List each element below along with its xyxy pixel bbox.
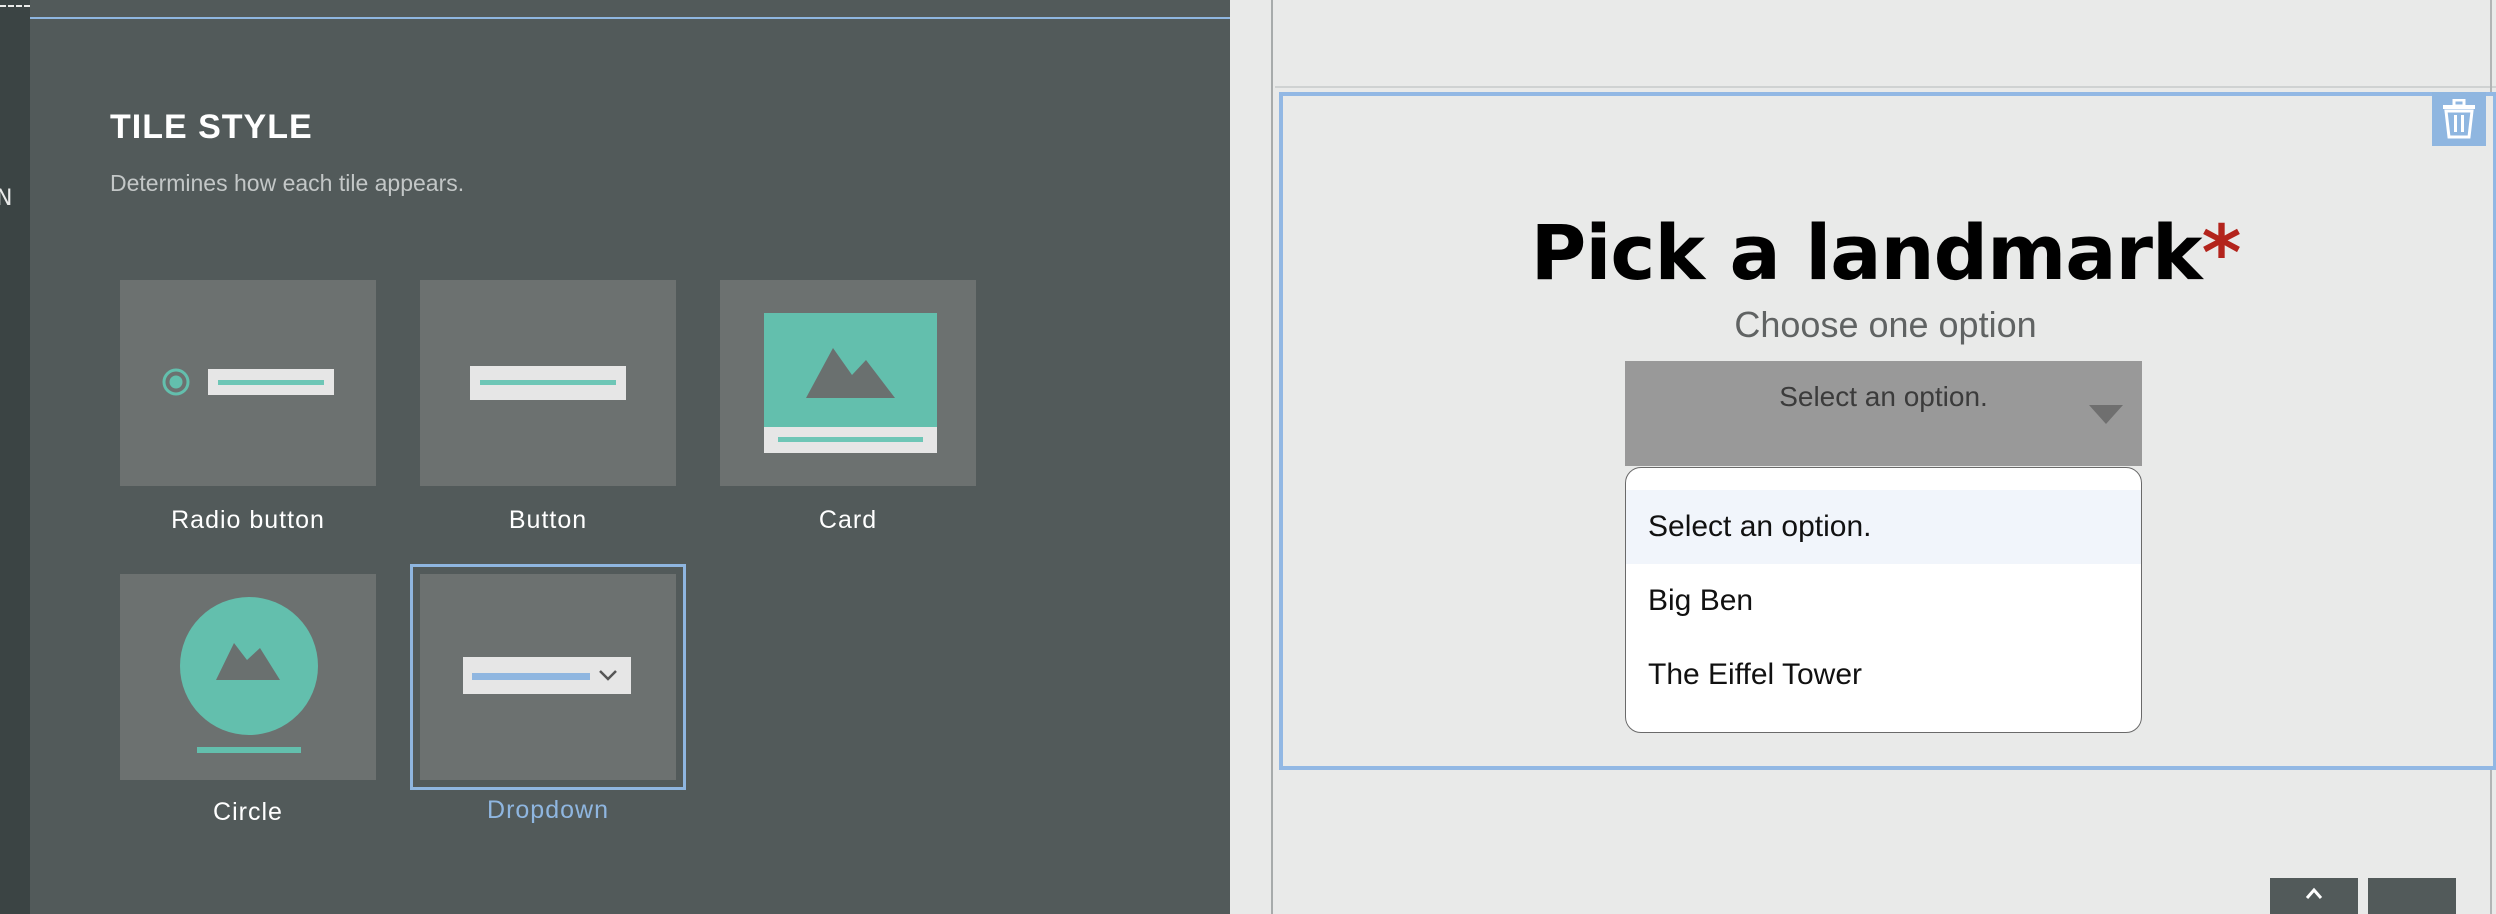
move-down-button[interactable]	[2368, 878, 2456, 914]
tile-preview	[420, 280, 676, 486]
delete-button[interactable]	[2432, 92, 2486, 146]
dropdown-style-icon	[463, 657, 631, 694]
tile-label: Radio button	[171, 506, 325, 534]
trash-icon	[2443, 99, 2475, 139]
circle-style-icon	[180, 597, 318, 753]
divider-line	[1271, 0, 1273, 914]
required-asterisk: *	[2201, 208, 2242, 297]
tile-option-card[interactable]: Card	[720, 280, 976, 534]
tile-label: Button	[508, 506, 588, 534]
dashed-line	[0, 5, 30, 7]
dropdown-options-list: Select an option. Big Ben The Eiffel Tow…	[1625, 467, 2142, 733]
tile-preview	[120, 574, 376, 780]
button-style-icon	[470, 366, 626, 400]
select-placeholder: Select an option.	[1779, 381, 1988, 412]
dropdown-option[interactable]: Big Ben	[1626, 564, 2141, 638]
tile-option-button[interactable]: Button	[420, 280, 676, 534]
tile-preview	[720, 280, 976, 486]
dropdown-option[interactable]: Select an option.	[1626, 490, 2141, 564]
landmark-select[interactable]: Select an option.	[1625, 361, 2142, 466]
move-up-button[interactable]	[2270, 878, 2358, 914]
pane-divider[interactable]	[1230, 0, 1274, 914]
panel-top-rule	[30, 17, 1230, 19]
question-title-text: Pick a landmark	[1530, 208, 2203, 297]
tile-option-radio-button[interactable]: Radio button	[120, 280, 376, 534]
left-edge-strip: N	[0, 0, 30, 914]
chevron-down-icon	[2089, 405, 2123, 424]
tile-label: Dropdown	[487, 796, 609, 824]
tile-option-circle[interactable]: Circle	[120, 574, 376, 826]
card-style-icon	[764, 313, 937, 453]
question-title: Pick a landmark*	[1275, 208, 2496, 297]
radio-button-style-icon	[162, 368, 334, 396]
tile-label: Card	[818, 506, 878, 534]
preview-top-rule	[1275, 86, 2496, 88]
dropdown-option[interactable]: The Eiffel Tower	[1626, 638, 2141, 712]
tile-style-panel: TILE STYLE Determines how each tile appe…	[30, 0, 1230, 914]
panel-title: TILE STYLE	[110, 108, 313, 146]
tile-label: Circle	[213, 798, 283, 826]
panel-subtitle: Determines how each tile appears.	[110, 170, 465, 196]
edge-glyph: N	[0, 186, 13, 211]
chevron-up-icon	[2305, 887, 2323, 899]
tile-option-dropdown[interactable]: Dropdown	[410, 564, 686, 824]
tile-preview	[410, 564, 686, 790]
question-subtitle: Choose one option	[1734, 304, 2037, 345]
tile-preview	[120, 280, 376, 486]
